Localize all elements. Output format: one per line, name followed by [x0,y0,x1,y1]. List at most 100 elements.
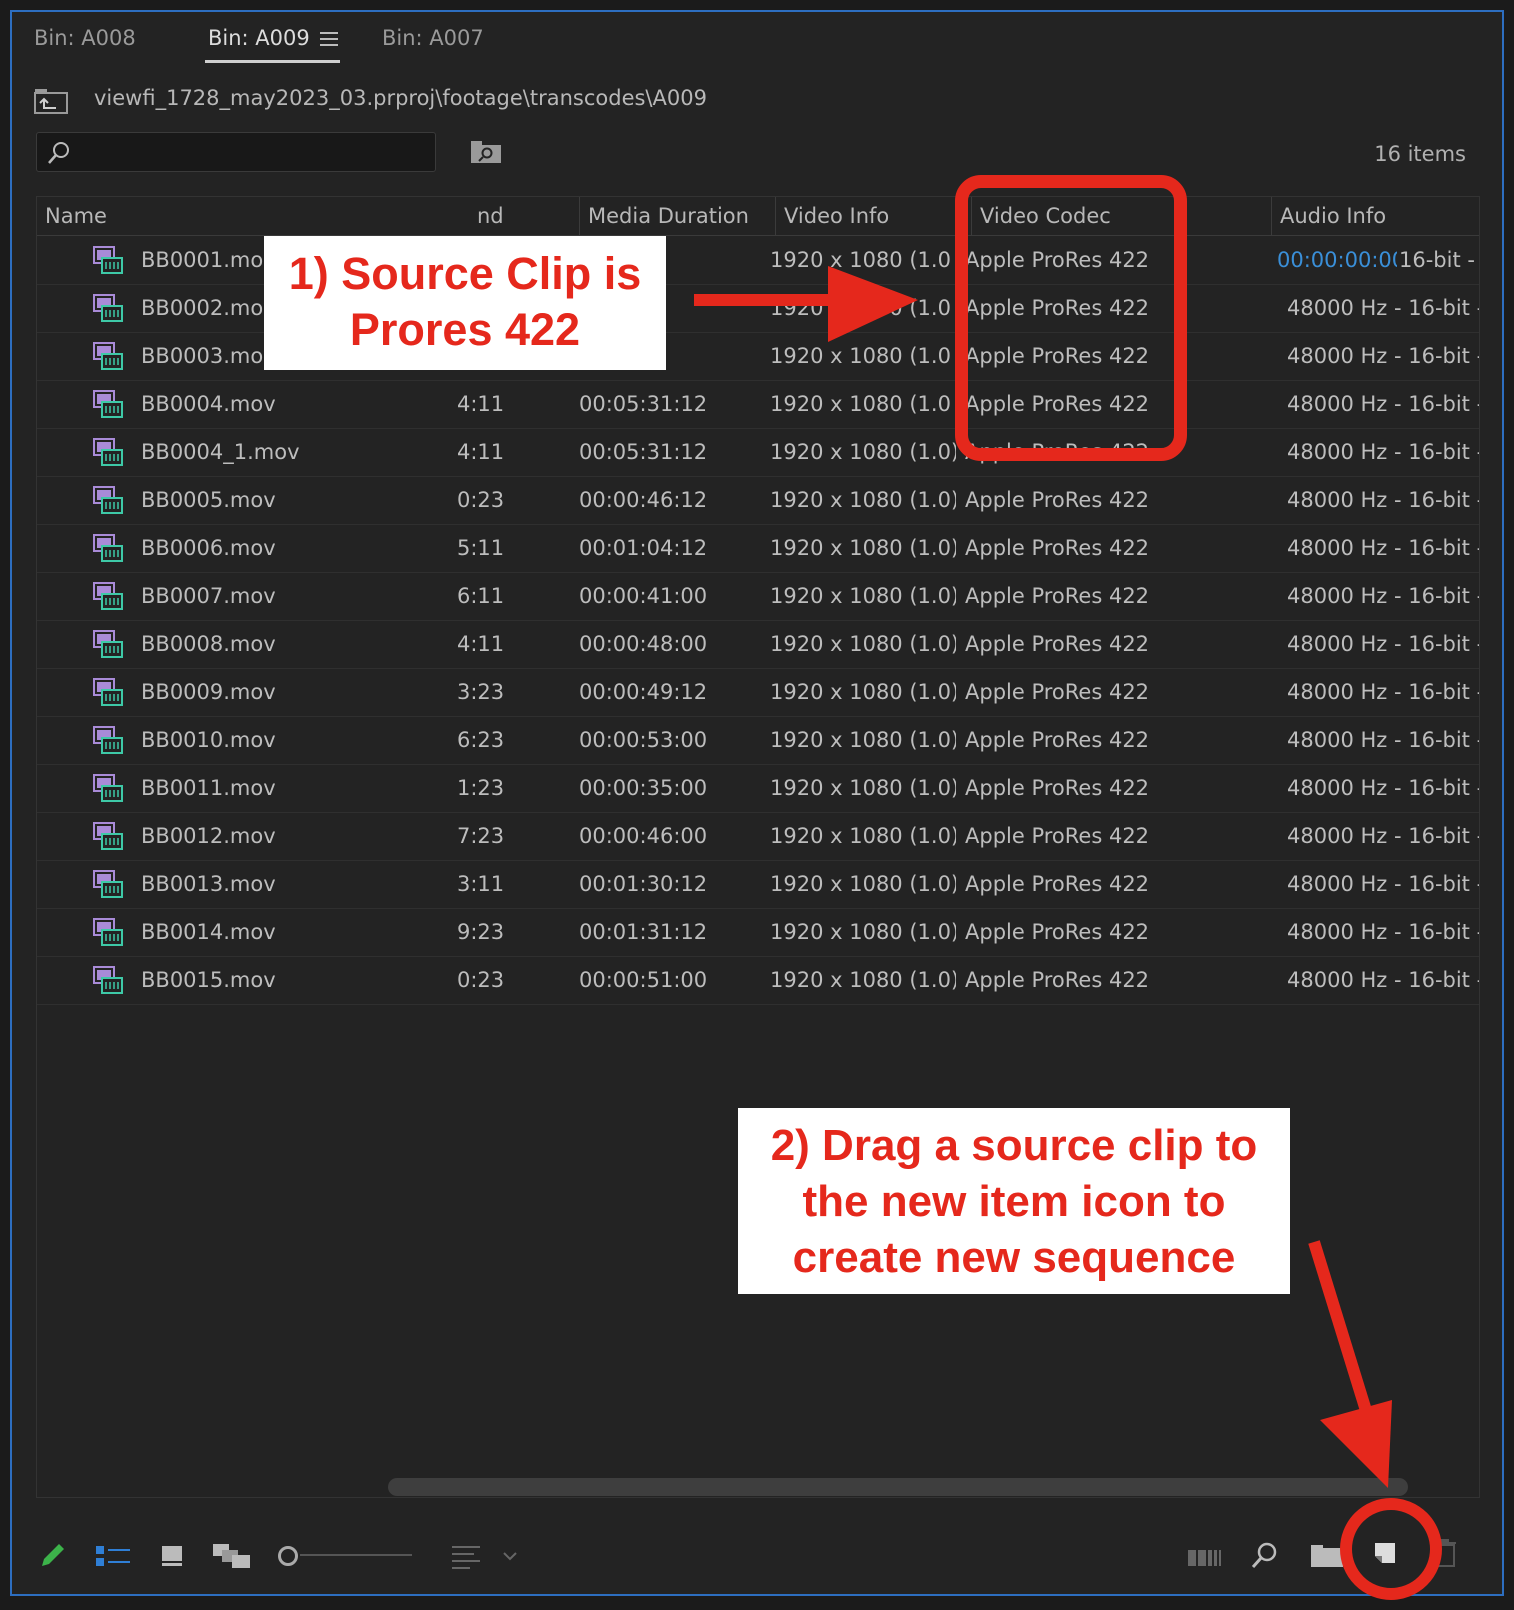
video-clip-icon [93,582,123,610]
bin-path: viewfi_1728_may2023_03.prproj\footage\tr… [94,86,707,110]
table-row[interactable]: BB0004.mov 4:11 00:05:31:12 1920 x 1080 (1.… [37,380,1479,429]
annotation-step2-line3: create new sequence [792,1233,1236,1282]
video-info: 1920 x 1080 (1.0) [770,968,956,992]
clip-name[interactable]: BB0012.mov [141,812,461,860]
sort-icon[interactable] [452,1544,482,1570]
tab-bin-a009[interactable]: Bin: A009 [208,26,310,50]
media-duration: 00:00:53:00 [579,728,708,752]
media-duration: 00:01:04:12 [579,536,708,560]
media-end: 6:23 [457,728,505,752]
table-row[interactable]: BB0006.mov 5:11 00:01:04:12 1920 x 1080 (1.… [37,524,1479,573]
table-row[interactable]: BB0013.mov 3:11 00:01:30:12 1920 x 1080 (1.… [37,860,1479,909]
column-header-media-end[interactable]: nd [469,197,579,235]
panel-menu-icon[interactable] [320,32,338,46]
audio-info: 48000 Hz - 16-bit - : [1287,296,1480,320]
table-row[interactable]: BB0014.mov 9:23 00:01:31:12 1920 x 1080 (1.… [37,908,1479,957]
table-row[interactable]: BB0008.mov 4:11 00:00:48:00 1920 x 1080 (1.… [37,620,1479,669]
tab-bin-a008[interactable]: Bin: A008 [34,26,136,50]
video-clip-icon [93,534,123,562]
annotation-step2: 2) Drag a source clip to the new item ic… [738,1108,1290,1294]
video-info: 1920 x 1080 (1.0) [770,920,956,944]
active-tab-indicator [205,60,340,63]
freeform-view-icon[interactable] [212,1542,252,1570]
video-clip-icon [93,342,123,370]
items-count: 16 items [1374,142,1466,166]
column-header-video-info[interactable]: Video Info [775,197,971,235]
video-clip-icon [93,822,123,850]
video-clip-icon [93,246,123,274]
clip-name[interactable]: BB0004.mov [141,380,461,428]
audio-info: 48000 Hz - 16-bit - : [1287,344,1480,368]
video-codec: Apple ProRes 422 [965,920,1150,944]
video-clip-icon [93,678,123,706]
video-codec: Apple ProRes 422 [965,488,1150,512]
video-info: 1920 x 1080 (1.0) [770,632,956,656]
annotation-step1-line2: Prores 422 [349,304,581,355]
audio-info: 48000 Hz - 16-bit - : [1287,536,1480,560]
video-codec: Apple ProRes 422 [965,536,1150,560]
table-row[interactable]: BB0005.mov 0:23 00:00:46:12 1920 x 1080 (1.… [37,476,1479,525]
search-input[interactable] [36,132,436,172]
video-clip-icon [93,486,123,514]
clip-name[interactable]: BB0015.mov [141,956,461,1004]
media-end: 0:23 [457,968,505,992]
clip-name[interactable]: BB0013.mov [141,860,461,908]
video-clip-icon [93,966,123,994]
video-codec: Apple ProRes 422 [965,584,1150,608]
table-row[interactable]: BB0007.mov 6:11 00:00:41:00 1920 x 1080 (1.… [37,572,1479,621]
annotation-step2-line2: the new item icon to [802,1177,1226,1226]
video-info: 1920 x 1080 (1.0) [770,728,956,752]
automate-to-sequence-icon[interactable] [1188,1546,1222,1568]
clip-name[interactable]: BB0011.mov [141,764,461,812]
clip-name[interactable]: BB0010.mov [141,716,461,764]
table-row[interactable]: BB0012.mov 7:23 00:00:46:00 1920 x 1080 (1.… [37,812,1479,861]
column-header-name[interactable]: Name [37,197,469,235]
video-clip-icon [93,774,123,802]
table-row[interactable]: BB0011.mov 1:23 00:00:35:00 1920 x 1080 (1.… [37,764,1479,813]
video-clip-icon [93,870,123,898]
horizontal-scrollbar[interactable] [388,1478,1408,1496]
clip-name[interactable]: BB0005.mov [141,476,461,524]
list-view-icon[interactable] [96,1544,130,1568]
clip-name[interactable]: BB0014.mov [141,908,461,956]
clip-name[interactable]: BB0008.mov [141,620,461,668]
find-icon[interactable] [1250,1540,1280,1570]
table-row[interactable]: BB0004_1.mov 4:11 00:05:31:12 1920 x 1080 (… [37,428,1479,477]
media-end: 4:11 [457,632,505,656]
audio-info: 48000 Hz - 16-bit - : [1287,392,1480,416]
arrow-to-new-item [1308,1240,1392,1488]
audio-info: 48000 Hz - 16-bit - : [1287,776,1480,800]
video-clip-icon [93,918,123,946]
find-in-bin-icon[interactable] [470,140,502,164]
column-header-media-duration[interactable]: Media Duration [579,197,775,235]
media-duration: 00:00:41:00 [579,584,708,608]
media-duration: 00:01:30:12 [579,872,708,896]
navigate-up-icon[interactable] [34,88,68,114]
video-info: 1920 x 1080 (1.0) [770,680,956,704]
media-duration: 00:00:51:00 [579,968,708,992]
table-row[interactable]: BB0015.mov 0:23 00:00:51:00 1920 x 1080 (1.… [37,956,1479,1005]
new-item-highlight [1340,1498,1442,1600]
zoom-slider-knob[interactable] [278,1546,298,1566]
chevron-down-icon[interactable] [502,1550,518,1562]
audio-info: 48000 Hz - 16-bit - : [1287,440,1480,464]
new-bin-icon[interactable] [1310,1544,1344,1568]
tab-bin-a007[interactable]: Bin: A007 [382,26,484,50]
table-row[interactable]: BB0010.mov 6:23 00:00:53:00 1920 x 1080 (1.… [37,716,1479,765]
video-codec: Apple ProRes 422 [965,632,1150,656]
column-header-audio-info[interactable]: Audio Info [1271,197,1479,235]
video-info: 1920 x 1080 (1.0) [770,776,956,800]
pencil-icon[interactable] [38,1540,68,1570]
clip-name[interactable]: BB0006.mov [141,524,461,572]
table-row[interactable]: BB0009.mov 3:23 00:00:49:12 1920 x 1080 (1.… [37,668,1479,717]
icon-view-icon[interactable] [160,1544,184,1568]
audio-info: 16-bit - : [1399,248,1480,272]
clip-name[interactable]: BB0004_1.mov [141,428,461,476]
video-info: 1920 x 1080 (1.0) [770,488,956,512]
video-info: 1920 x 1080 (1.0) [770,536,956,560]
clip-name[interactable]: BB0009.mov [141,668,461,716]
zoom-slider-track[interactable] [300,1554,412,1556]
arrow-to-codec [694,266,918,342]
clip-name[interactable]: BB0007.mov [141,572,461,620]
audio-info: 48000 Hz - 16-bit - : [1287,824,1480,848]
